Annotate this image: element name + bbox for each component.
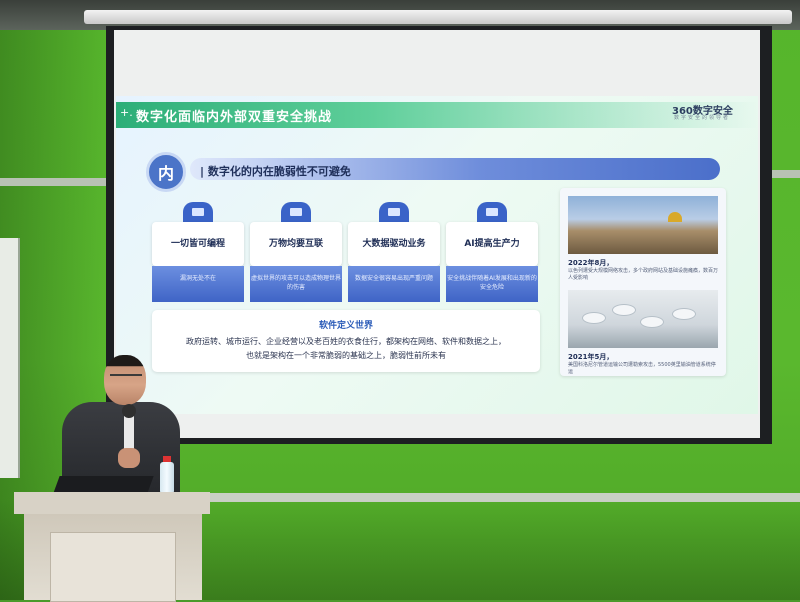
tank-farm-photo: [568, 290, 718, 348]
inner-badge: 内: [146, 152, 186, 192]
events-panel: 2022年8月， 以色列遭受大规模网络攻击，多个政府网站及基础设施瘫痪，数百万人…: [560, 188, 726, 376]
software-defined-box: 软件定义世界 政府运转、城市运行、企业经营以及老百姓的衣食住行，都架构在网络、软…: [152, 310, 540, 372]
city-photo: [568, 196, 718, 254]
projector-screen-housing: [84, 10, 792, 24]
storage-tank: [672, 308, 696, 320]
golden-dome: [668, 212, 682, 222]
speaker-glasses: [110, 374, 142, 381]
card-title: 大数据驱动业务: [362, 239, 426, 249]
software-line: 政府运转、城市运行、企业经营以及老百姓的衣食住行，都架构在网络、软件和数据之上，: [186, 337, 506, 346]
slide-title-prefix: +.: [120, 106, 133, 119]
microphone-head: [122, 404, 136, 418]
speaker-hand: [118, 448, 140, 468]
card-desc: 漏洞无处不在: [152, 266, 244, 302]
storage-tank: [612, 304, 636, 316]
card-desc: 虚拟世界的攻击可以造成物理世界的伤害: [250, 266, 342, 302]
podium-top: [14, 492, 210, 514]
event-date: 2021年5月，: [568, 353, 614, 361]
card-title: 一切皆可编程: [170, 239, 225, 249]
podium-panel: [50, 532, 176, 602]
event-note: 以色列遭受大规模网络攻击，多个政府网站及基础设施瘫痪，数百万人受影响: [568, 268, 719, 281]
card-title-box: AI提高生产力: [446, 222, 538, 266]
storage-tank: [640, 316, 664, 328]
wall-whiteboard: [0, 238, 20, 478]
laptop-icon: [183, 202, 213, 222]
card-title-box: 万物均要互联: [250, 222, 342, 266]
laptop-icon: [477, 202, 507, 222]
card-title: 万物均要互联: [268, 239, 323, 249]
software-title: 软件定义世界: [318, 321, 373, 331]
slide-title: 数字化面临内外部双重安全挑战: [136, 110, 333, 125]
event-date: 2022年8月，: [568, 259, 614, 267]
card-desc: 安全挑战伴随着AI发展和出现新的安全危险: [446, 266, 538, 302]
brand-tagline: 数字安全的领导者: [674, 115, 731, 121]
presentation-slide: +. 数字化面临内外部双重安全挑战 360数字安全 数字安全的领导者 内 | 数…: [116, 96, 758, 414]
software-line: 也就是架构在一个非常脆弱的基础之上，脆弱性前所未有: [246, 351, 446, 360]
laptop-icon: [281, 202, 311, 222]
event-note: 美国科洛尼尔管道运输公司遭勒索攻击，5500英里输油管道系统停运: [568, 362, 716, 375]
inner-heading: | 数字化的内在脆弱性不可避免: [200, 165, 351, 178]
storage-tank: [582, 312, 606, 324]
card-title-box: 一切皆可编程: [152, 222, 244, 266]
card-desc: 数据安全很容易出现严重问题: [348, 266, 440, 302]
card-title: AI提高生产力: [464, 239, 520, 249]
card-title-box: 大数据驱动业务: [348, 222, 440, 266]
wall-rail-left: [0, 178, 110, 186]
water-bottle: [160, 462, 174, 494]
laptop-icon: [379, 202, 409, 222]
